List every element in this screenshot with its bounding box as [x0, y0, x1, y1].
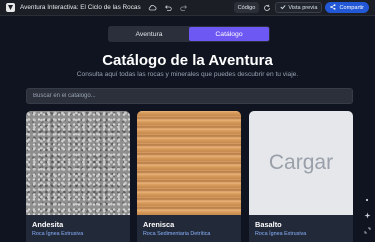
rock-image-placeholder: Cargar — [249, 111, 353, 215]
view-tabs: Aventura Catálogo — [108, 26, 270, 42]
rock-name: Arenisca — [143, 220, 175, 229]
sparkle-icon[interactable] — [363, 211, 371, 219]
rock-name: Basalto — [255, 220, 282, 229]
rock-card-andesita[interactable]: Andesita Roca Ígnea Extrusiva — [26, 111, 130, 242]
share-button[interactable]: Compartir — [325, 2, 369, 13]
app-toolbar: Aventura Interactiva: El Ciclo de las Ro… — [0, 0, 375, 16]
rock-type: Roca Ígnea Extrusiva — [255, 231, 307, 237]
rock-type: Roca Sedimentaria Detrítica — [143, 231, 211, 237]
refresh-icon[interactable] — [262, 3, 272, 13]
share-icon — [330, 3, 336, 12]
undo-icon[interactable] — [164, 3, 173, 12]
image-placeholder-text: Cargar — [268, 151, 334, 174]
preview-label: Vista previa — [288, 4, 318, 11]
preview-button[interactable]: Vista previa — [275, 2, 323, 13]
rock-type: Roca Ígnea Extrusiva — [32, 231, 84, 237]
page-title: Catálogo de la Aventura — [102, 52, 273, 69]
redo-icon[interactable] — [180, 3, 189, 12]
tab-aventura[interactable]: Aventura — [109, 27, 189, 41]
share-label: Compartir — [339, 4, 364, 11]
check-icon — [280, 4, 286, 12]
page-subtitle: Consulta aquí todas las rocas y minerale… — [76, 71, 299, 78]
code-button[interactable]: Código — [233, 2, 260, 13]
cloud-icon[interactable] — [148, 3, 157, 12]
catalog-search-input[interactable] — [26, 88, 353, 104]
tab-catalogo[interactable]: Catálogo — [189, 27, 269, 41]
app-logo-icon — [6, 3, 15, 12]
expand-icon[interactable] — [363, 226, 371, 234]
rock-name: Andesita — [32, 220, 64, 229]
floating-toolbar — [362, 196, 372, 234]
app-title: Aventura Interactiva: El Ciclo de las Ro… — [20, 4, 141, 11]
rock-image — [26, 111, 130, 215]
rock-image — [137, 111, 241, 215]
rock-card-arenisca[interactable]: Arenisca Roca Sedimentaria Detrítica — [137, 111, 241, 242]
more-options-icon[interactable] — [363, 196, 371, 204]
rock-card-basalto[interactable]: Cargar Basalto Roca Ígnea Extrusiva — [249, 111, 353, 242]
